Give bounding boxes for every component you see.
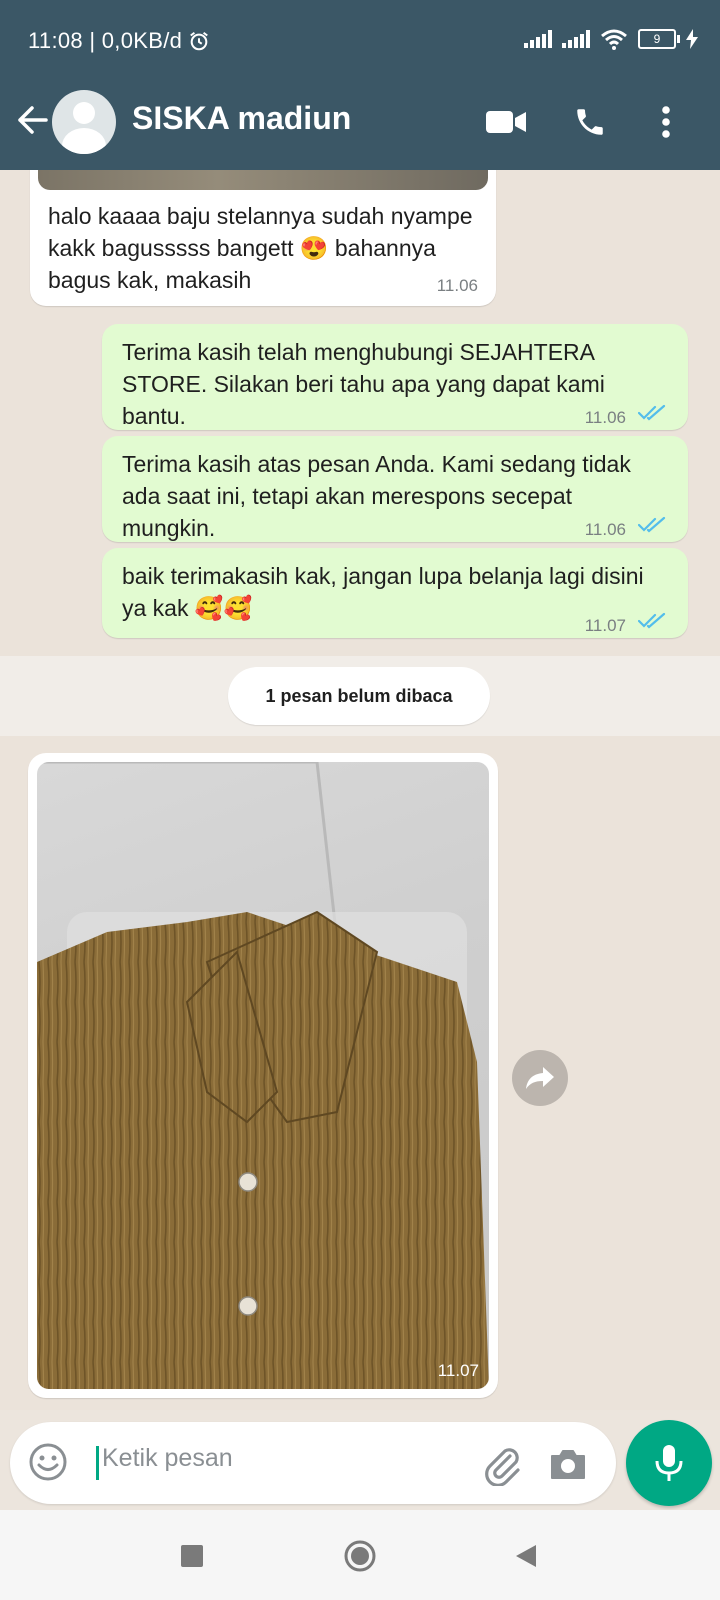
message-text: halo kaaaa baju stelannya sudah nyampe k… (48, 203, 473, 293)
chat-area[interactable]: halo kaaaa baju stelannya sudah nyampe k… (0, 170, 720, 1410)
message-input-bar[interactable]: Ketik pesan (10, 1422, 616, 1504)
message-time: 11.06 (436, 276, 478, 295)
forward-button[interactable] (512, 1050, 568, 1106)
back-arrow-icon[interactable] (14, 100, 50, 140)
contact-name[interactable]: SISKA madiun (132, 100, 351, 137)
avatar[interactable] (52, 90, 116, 154)
message-time: 11.06 (584, 408, 626, 427)
more-options-button[interactable] (644, 100, 688, 144)
recents-button[interactable] (174, 1538, 210, 1574)
home-nav-icon (344, 1540, 376, 1572)
home-button[interactable] (342, 1538, 378, 1574)
attach-icon[interactable] (480, 1442, 524, 1486)
photo-time: 11.07 (437, 1361, 479, 1380)
shirt-photo[interactable]: 11.07 (37, 762, 489, 1389)
chat-app-bar: SISKA madiun (0, 80, 720, 170)
message-text: Terima kasih atas pesan Anda. Kami sedan… (122, 451, 631, 541)
incoming-photo-message[interactable]: 11.07 (28, 753, 498, 1398)
forward-icon (526, 1067, 554, 1089)
video-call-button[interactable] (484, 100, 528, 144)
alarm-icon (190, 31, 208, 51)
shirt-photo-image (37, 762, 489, 1389)
unread-messages-label: 1 pesan belum dibaca (228, 667, 490, 725)
mic-icon (655, 1445, 683, 1481)
text-cursor (96, 1446, 99, 1480)
battery-level: 9 (653, 32, 661, 46)
signal-icon (524, 30, 552, 48)
video-call-icon (486, 111, 526, 133)
status-bar-right: 9 (524, 28, 698, 50)
square-nav-icon (181, 1545, 203, 1567)
status-time-data: 11:08 | 0,0KB/d (28, 28, 183, 53)
incoming-message[interactable]: halo kaaaa baju stelannya sudah nyampe k… (30, 170, 496, 306)
message-time: 11.06 (584, 520, 626, 539)
message-time: 11.07 (584, 616, 626, 635)
message-input[interactable]: Ketik pesan (102, 1444, 233, 1473)
emoji-icon[interactable] (28, 1442, 68, 1482)
double-check-icon (638, 516, 666, 533)
outgoing-message[interactable]: baik terimakasih kak, jangan lupa belanj… (102, 548, 688, 638)
status-bar-left: 11:08 | 0,0KB/d (28, 28, 210, 54)
voice-call-button[interactable] (568, 100, 612, 144)
outgoing-message[interactable]: Terima kasih atas pesan Anda. Kami sedan… (102, 436, 688, 542)
more-vert-icon (662, 106, 670, 138)
back-nav-icon (516, 1545, 536, 1567)
back-nav-button[interactable] (508, 1538, 544, 1574)
signal-icon (562, 30, 590, 48)
message-image-preview (38, 170, 488, 190)
charging-icon (686, 29, 698, 49)
outgoing-message[interactable]: Terima kasih telah menghubungi SEJAHTERA… (102, 324, 688, 430)
top-bar: 11:08 | 0,0KB/d 9 SISKA madiun (0, 0, 720, 170)
system-nav-bar (0, 1510, 720, 1600)
battery-icon: 9 (638, 29, 680, 49)
wifi-icon (601, 29, 627, 50)
double-check-icon (638, 404, 666, 421)
voice-message-button[interactable] (626, 1420, 712, 1506)
phone-icon (577, 109, 603, 135)
camera-icon[interactable] (546, 1442, 590, 1486)
double-check-icon (638, 612, 666, 629)
